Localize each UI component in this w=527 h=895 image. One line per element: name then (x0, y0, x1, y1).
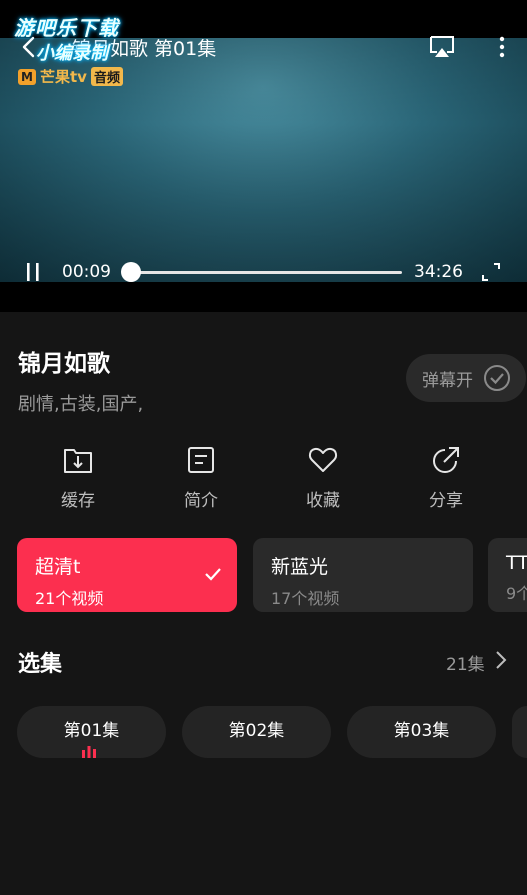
favorite-button[interactable]: 收藏 (278, 444, 368, 511)
quality-option[interactable]: TT 9个 (488, 538, 527, 612)
watermark-line1: 游吧乐下载 (14, 16, 119, 40)
total-time: 34:26 (414, 262, 463, 282)
heart-icon (308, 447, 338, 472)
channel-logo: M 芒果tv 音频 (18, 66, 123, 87)
mango-logo-icon: M (18, 68, 36, 85)
check-circle-icon (484, 365, 510, 391)
download-button[interactable]: 缓存 (33, 444, 123, 511)
show-title: 锦月如歌 (18, 351, 110, 377)
more-options-icon[interactable] (493, 34, 511, 60)
brand-tag: 音频 (90, 67, 123, 86)
episodes-total[interactable]: 21集 (446, 650, 485, 675)
show-tags: 剧情,古装,国产, (18, 394, 144, 415)
quality-option[interactable]: 新蓝光 17个视频 (253, 538, 473, 612)
episode-label: 第01集 (63, 721, 120, 741)
episode-button-partial[interactable] (512, 706, 527, 758)
check-icon (205, 568, 221, 581)
player-controls: 00:09 34:26 (0, 252, 527, 292)
episode-label: 第03集 (393, 721, 450, 741)
now-playing-icon (82, 746, 96, 758)
seek-bar[interactable] (130, 271, 402, 274)
episode-label: 第02集 (228, 721, 285, 741)
episode-button-02[interactable]: 第02集 (182, 706, 331, 758)
episodes-header: 选集 (18, 652, 63, 677)
share-icon (433, 447, 459, 473)
intro-label: 简介 (184, 491, 218, 511)
quality-name: 新蓝光 (271, 556, 329, 578)
video-player[interactable]: 游吧乐下载 小编录制 锦月如歌 第01集 M 芒果tv 音频 00:09 34:… (0, 0, 527, 312)
favorite-label: 收藏 (306, 491, 340, 511)
quality-count: 21个视频 (35, 589, 104, 608)
action-row: 缓存 简介 收藏 分享 (0, 444, 527, 514)
watermark-line2: 小编录制 (36, 43, 108, 64)
watermark: 游吧乐下载 小编录制 (14, 12, 119, 65)
chevron-right-icon[interactable] (494, 650, 508, 670)
fullscreen-icon[interactable] (481, 262, 501, 282)
brand-name: 芒果tv (40, 68, 87, 86)
current-time: 00:09 (62, 262, 111, 282)
quality-count: 17个视频 (271, 589, 340, 608)
quality-name: TT (506, 552, 527, 574)
intro-button[interactable]: 简介 (156, 444, 246, 511)
seek-handle[interactable] (121, 262, 142, 282)
episode-button-01[interactable]: 第01集 (17, 706, 166, 758)
danmaku-label: 弹幕开 (422, 370, 473, 391)
download-icon (64, 449, 92, 473)
share-label: 分享 (429, 491, 463, 511)
danmaku-toggle-button[interactable]: 弹幕开 (406, 354, 526, 402)
document-icon (188, 447, 214, 473)
share-button[interactable]: 分享 (401, 444, 491, 511)
quality-option-selected[interactable]: 超清t 21个视频 (17, 538, 237, 612)
download-label: 缓存 (61, 491, 95, 511)
quality-count: 9个 (506, 584, 527, 603)
cast-icon[interactable] (428, 34, 456, 60)
episode-button-03[interactable]: 第03集 (347, 706, 496, 758)
pause-icon[interactable] (24, 262, 42, 282)
